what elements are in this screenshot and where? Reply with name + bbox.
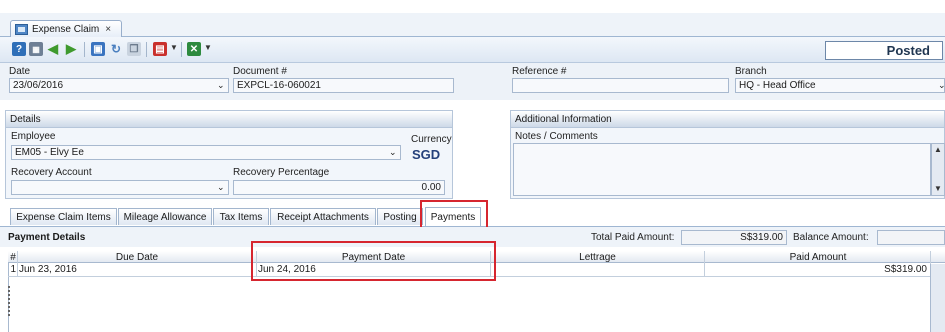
branch-field[interactable]: HQ - Head Office	[735, 78, 945, 93]
table-row-payment-date[interactable]: Jun 24, 2016	[258, 264, 489, 276]
resize-handle[interactable]	[8, 286, 10, 316]
recovery-account-label: Recovery Account	[11, 167, 92, 178]
employee-label: Employee	[11, 131, 56, 142]
branch-label: Branch	[735, 66, 767, 77]
close-icon[interactable]: ×	[105, 24, 111, 35]
grid-view-icon[interactable]: ▦	[29, 42, 43, 56]
tab-title: Expense Claim	[32, 23, 100, 35]
column-divider	[490, 251, 491, 277]
tab-mileage-allowance[interactable]: Mileage Allowance	[118, 208, 212, 225]
chevron-down-icon[interactable]: ⌄	[217, 80, 225, 91]
row-divider	[8, 276, 930, 277]
additional-info-title: Additional Information	[511, 111, 944, 128]
tab-payments[interactable]: Payments	[425, 207, 481, 226]
toolbar-separator	[84, 42, 85, 57]
pdf-report-icon[interactable]: ▤	[153, 42, 167, 56]
col-header-paid-amount[interactable]: Paid Amount	[705, 252, 931, 263]
back-arrow-icon[interactable]: ◀	[46, 41, 60, 56]
tab-posting[interactable]: Posting	[377, 208, 423, 225]
scroll-down-icon[interactable]: ▼	[932, 183, 944, 195]
table-row-due-date[interactable]: Jun 23, 2016	[19, 264, 255, 276]
scroll-up-icon[interactable]: ▲	[932, 144, 944, 156]
details-title: Details	[6, 111, 452, 128]
expense-claim-icon	[15, 23, 28, 35]
toolbar	[0, 37, 945, 63]
excel-export-icon[interactable]: ✕	[187, 42, 201, 56]
refresh-icon[interactable]: ↻	[109, 42, 123, 56]
chevron-down-icon[interactable]: ⌄	[938, 80, 945, 91]
chevron-down-icon[interactable]: ⌄	[217, 182, 225, 193]
col-header-due-date[interactable]: Due Date	[18, 252, 256, 263]
column-divider	[17, 251, 18, 277]
balance-label: Balance Amount:	[793, 232, 869, 243]
currency-label: Currency	[411, 134, 452, 145]
recovery-percentage-label: Recovery Percentage	[233, 167, 330, 178]
recovery-percentage-field[interactable]: 0.00	[233, 180, 445, 195]
table-row-number[interactable]: 1	[9, 264, 17, 276]
date-label: Date	[9, 66, 31, 77]
tab-receipt-attachments[interactable]: Receipt Attachments	[270, 208, 376, 225]
total-paid-value: S$319.00	[681, 230, 787, 245]
chevron-down-icon[interactable]: ▼	[170, 43, 178, 52]
chevron-down-icon[interactable]: ▼	[204, 43, 212, 52]
table-row-lettrage[interactable]	[492, 264, 703, 276]
status-badge: Posted	[825, 41, 943, 60]
employee-field[interactable]: EM05 - Elvy Ee	[11, 145, 401, 160]
notes-scrollbar[interactable]: ▲ ▼	[931, 143, 945, 196]
col-header-lettrage[interactable]: Lettrage	[491, 252, 704, 263]
document-label: Document #	[233, 66, 287, 77]
help-icon[interactable]: ?	[12, 42, 26, 56]
chevron-down-icon[interactable]: ⌄	[389, 147, 397, 158]
tab-expense-claim-items[interactable]: Expense Claim Items	[10, 208, 117, 225]
toolbar-separator	[146, 42, 147, 57]
document-tab-bar	[0, 13, 945, 37]
date-field[interactable]: 23/06/2016	[9, 78, 229, 93]
tab-tax-items[interactable]: Tax Items	[213, 208, 269, 225]
notes-textarea[interactable]	[513, 143, 931, 196]
top-strip	[0, 0, 945, 13]
col-header-number[interactable]: #	[9, 252, 17, 263]
save-icon[interactable]: ▣	[91, 42, 105, 56]
document-field[interactable]: EXPCL-16-060021	[233, 78, 454, 93]
reference-field[interactable]	[512, 78, 729, 93]
notes-label: Notes / Comments	[515, 131, 598, 142]
tab-expense-claim[interactable]: Expense Claim ×	[10, 20, 122, 37]
copy-icon[interactable]: ❐	[127, 42, 141, 56]
total-paid-label: Total Paid Amount:	[591, 232, 675, 243]
forward-arrow-icon[interactable]: ▶	[64, 41, 78, 56]
reference-label: Reference #	[512, 66, 567, 77]
grid-scrollbar[interactable]	[930, 264, 945, 332]
currency-value: SGD	[412, 147, 441, 162]
balance-value	[877, 230, 945, 245]
table-row-paid-amount[interactable]: S$319.00	[706, 264, 929, 276]
payment-details-title: Payment Details	[8, 232, 86, 243]
toolbar-separator	[181, 42, 182, 57]
recovery-account-field[interactable]	[11, 180, 229, 195]
column-divider	[704, 251, 705, 277]
col-header-payment-date[interactable]: Payment Date	[257, 252, 490, 263]
column-divider	[256, 251, 257, 277]
